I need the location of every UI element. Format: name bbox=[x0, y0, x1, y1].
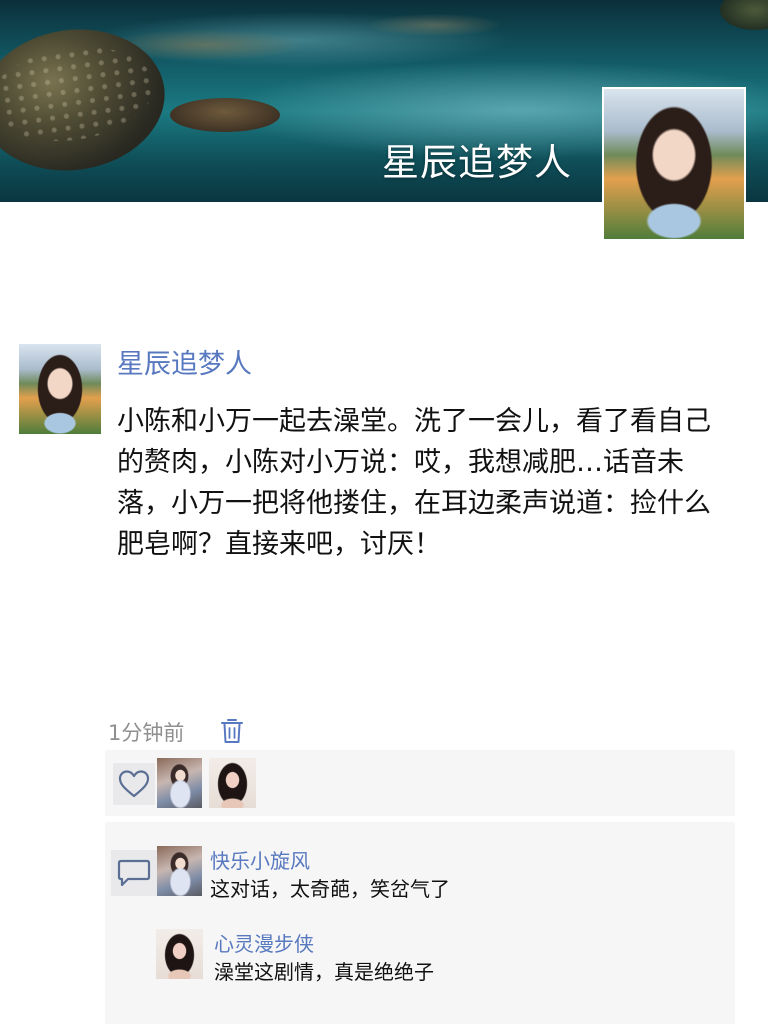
comment-author-avatar[interactable] bbox=[156, 929, 203, 979]
heart-outline-icon[interactable] bbox=[113, 763, 155, 805]
comment-author-avatar[interactable] bbox=[157, 846, 202, 896]
liker-avatar[interactable] bbox=[209, 758, 256, 808]
comment-text: 这对话，太奇葩，笑岔气了 bbox=[210, 877, 450, 901]
cover-username: 星辰追梦人 bbox=[382, 141, 572, 184]
trash-icon[interactable] bbox=[220, 717, 244, 745]
liker-avatar[interactable] bbox=[157, 758, 202, 808]
comment-text: 澡堂这剧情，真是绝绝子 bbox=[214, 960, 434, 984]
post-author-avatar[interactable] bbox=[19, 344, 101, 434]
post-author-name[interactable]: 星辰追梦人 bbox=[117, 342, 252, 381]
profile-avatar[interactable] bbox=[602, 87, 746, 241]
comment-author-name[interactable]: 心灵漫步侠 bbox=[214, 928, 314, 957]
cover-rock bbox=[370, 14, 500, 36]
post-content: 小陈和小万一起去澡堂。洗了一会儿，看了看自己的赘肉，小陈对小万说：哎，我想减肥…… bbox=[117, 406, 711, 560]
post-timestamp: 1分钟前 bbox=[108, 721, 185, 745]
cover-rock bbox=[720, 0, 768, 30]
comment-author-name[interactable]: 快乐小旋风 bbox=[210, 845, 310, 874]
cover-rock bbox=[170, 98, 280, 132]
comment-bubble-icon[interactable] bbox=[111, 850, 158, 896]
